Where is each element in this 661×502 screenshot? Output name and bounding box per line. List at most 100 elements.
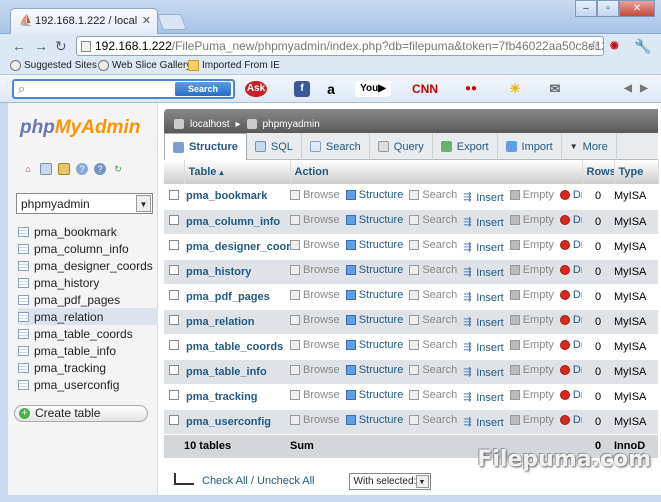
row-checkbox[interactable]: [169, 415, 179, 425]
tab-import[interactable]: Import: [498, 133, 562, 160]
drop-action[interactable]: Drop: [559, 239, 582, 251]
cnn-icon[interactable]: CNN: [410, 81, 440, 97]
mail-icon[interactable]: ✉: [545, 81, 565, 97]
search-action[interactable]: Search: [409, 389, 457, 401]
bookmark-suggested-sites[interactable]: Suggested Sites: [10, 60, 97, 71]
empty-action[interactable]: Empty: [509, 389, 554, 401]
with-selected-select[interactable]: With selected: ▼: [348, 472, 431, 490]
sidebar-table-item[interactable]: pma_userconfig: [18, 376, 158, 393]
browser-tab[interactable]: ⛵ 192.168.1.222 / localhost / p ✕: [10, 8, 158, 34]
table-icon[interactable]: [18, 260, 29, 271]
sidebar-table-label[interactable]: pma_designer_coords: [34, 259, 153, 273]
drop-action[interactable]: Drop: [559, 289, 582, 301]
search-action[interactable]: Search: [409, 414, 457, 426]
sidebar-table-label[interactable]: pma_table_coords: [34, 327, 133, 341]
table-icon[interactable]: [18, 277, 29, 288]
sidebar-table-label[interactable]: pma_column_info: [34, 242, 129, 256]
table-name-link[interactable]: pma_userconfig: [184, 409, 290, 435]
tab-query[interactable]: Query: [370, 133, 433, 160]
sidebar-table-label[interactable]: pma_tracking: [34, 361, 106, 375]
database-select[interactable]: phpmyadmin ▼: [16, 193, 153, 214]
check-all-link[interactable]: Check All / Uncheck All: [202, 475, 315, 487]
drop-action[interactable]: Drop: [559, 264, 582, 276]
table-name-link[interactable]: pma_tracking: [184, 384, 290, 410]
youtube-icon[interactable]: You▶: [355, 81, 391, 97]
sidebar-table-item[interactable]: pma_relation: [18, 308, 158, 325]
table-icon[interactable]: [18, 243, 29, 254]
browse-action[interactable]: Browse: [290, 339, 340, 351]
table-name-link[interactable]: pma_history: [184, 259, 290, 285]
sidebar-table-label[interactable]: pma_relation: [34, 310, 103, 324]
table-name-link[interactable]: pma_relation: [184, 309, 290, 335]
browse-action[interactable]: Browse: [290, 389, 340, 401]
structure-action[interactable]: Structure: [345, 289, 403, 301]
sidebar-table-label[interactable]: pma_history: [34, 276, 99, 290]
drop-action[interactable]: Drop: [559, 364, 582, 376]
empty-action[interactable]: Empty: [509, 414, 554, 426]
tab-sql[interactable]: SQL: [247, 133, 302, 160]
search-action[interactable]: Search: [409, 364, 457, 376]
empty-action[interactable]: Empty: [509, 339, 554, 351]
sidebar-table-label[interactable]: pma_pdf_pages: [34, 293, 120, 307]
bookmark-star-icon[interactable]: ☆: [588, 38, 600, 54]
empty-action[interactable]: Empty: [509, 364, 554, 376]
search-action[interactable]: Search: [409, 214, 457, 226]
tab-search[interactable]: Search: [302, 133, 370, 160]
row-checkbox[interactable]: [169, 315, 179, 325]
drop-action[interactable]: Drop: [559, 189, 582, 201]
browse-action[interactable]: Browse: [290, 364, 340, 376]
search-action[interactable]: Search: [409, 189, 457, 201]
insert-action[interactable]: ⇶ Insert: [463, 317, 504, 329]
table-name-link[interactable]: pma_table_info: [184, 359, 290, 385]
browse-action[interactable]: Browse: [290, 414, 340, 426]
browse-action[interactable]: Browse: [290, 189, 340, 201]
search-action[interactable]: Search: [409, 264, 457, 276]
breadcrumb-server[interactable]: localhost: [190, 119, 229, 130]
drop-action[interactable]: Drop: [559, 389, 582, 401]
table-name-link[interactable]: pma_table_coords: [184, 334, 290, 360]
sidebar-table-item[interactable]: pma_history: [18, 274, 158, 291]
row-checkbox[interactable]: [169, 240, 179, 250]
empty-action[interactable]: Empty: [509, 264, 554, 276]
tab-more[interactable]: ▼ More: [562, 133, 617, 160]
toolbar-search-input[interactable]: ⌕ Search: [12, 79, 235, 99]
maximize-button[interactable]: ▫: [597, 0, 619, 17]
row-checkbox[interactable]: [169, 290, 179, 300]
empty-action[interactable]: Empty: [509, 289, 554, 301]
structure-action[interactable]: Structure: [345, 189, 403, 201]
address-bar[interactable]: 192.168.1.222/FilePuma_new/phpmyadmin/in…: [76, 36, 604, 56]
table-name-link[interactable]: pma_column_info: [184, 209, 290, 235]
table-icon[interactable]: [18, 379, 29, 390]
row-checkbox[interactable]: [169, 340, 179, 350]
sidebar-table-item[interactable]: pma_pdf_pages: [18, 291, 158, 308]
sidebar-table-item[interactable]: pma_bookmark: [18, 223, 158, 240]
create-table-button[interactable]: + Create table: [14, 405, 148, 422]
table-icon[interactable]: [18, 226, 29, 237]
insert-action[interactable]: ⇶ Insert: [463, 217, 504, 229]
bookmark-web-slice-gallery[interactable]: Web Slice Gallery: [98, 60, 191, 71]
sidebar-table-item[interactable]: pma_designer_coords: [18, 257, 158, 274]
wrench-icon[interactable]: 🔧: [634, 38, 651, 54]
row-checkbox[interactable]: [169, 265, 179, 275]
weather-icon[interactable]: ☀: [506, 81, 524, 97]
structure-action[interactable]: Structure: [345, 239, 403, 251]
structure-action[interactable]: Structure: [345, 414, 403, 426]
new-tab-button[interactable]: [157, 14, 187, 30]
header-type[interactable]: Type: [614, 160, 659, 184]
empty-action[interactable]: Empty: [509, 314, 554, 326]
insert-action[interactable]: ⇶ Insert: [463, 242, 504, 254]
structure-action[interactable]: Structure: [345, 264, 403, 276]
header-rows[interactable]: Rows: [582, 160, 615, 184]
espn-icon[interactable]: ●●: [460, 81, 482, 97]
table-icon[interactable]: [18, 328, 29, 339]
row-checkbox[interactable]: [169, 365, 179, 375]
phpmyadmin-logo[interactable]: phpMyAdmin: [20, 117, 140, 139]
tab-export[interactable]: Export: [433, 133, 498, 160]
reload-navigation-icon[interactable]: ↻: [112, 163, 124, 175]
amazon-icon[interactable]: a: [323, 81, 339, 97]
insert-action[interactable]: ⇶ Insert: [463, 392, 504, 404]
bookmark-imported-from-ie[interactable]: Imported From IE: [188, 60, 280, 71]
sidebar-table-label[interactable]: pma_userconfig: [34, 378, 119, 392]
insert-action[interactable]: ⇶ Insert: [463, 367, 504, 379]
minimize-button[interactable]: –: [575, 0, 597, 17]
